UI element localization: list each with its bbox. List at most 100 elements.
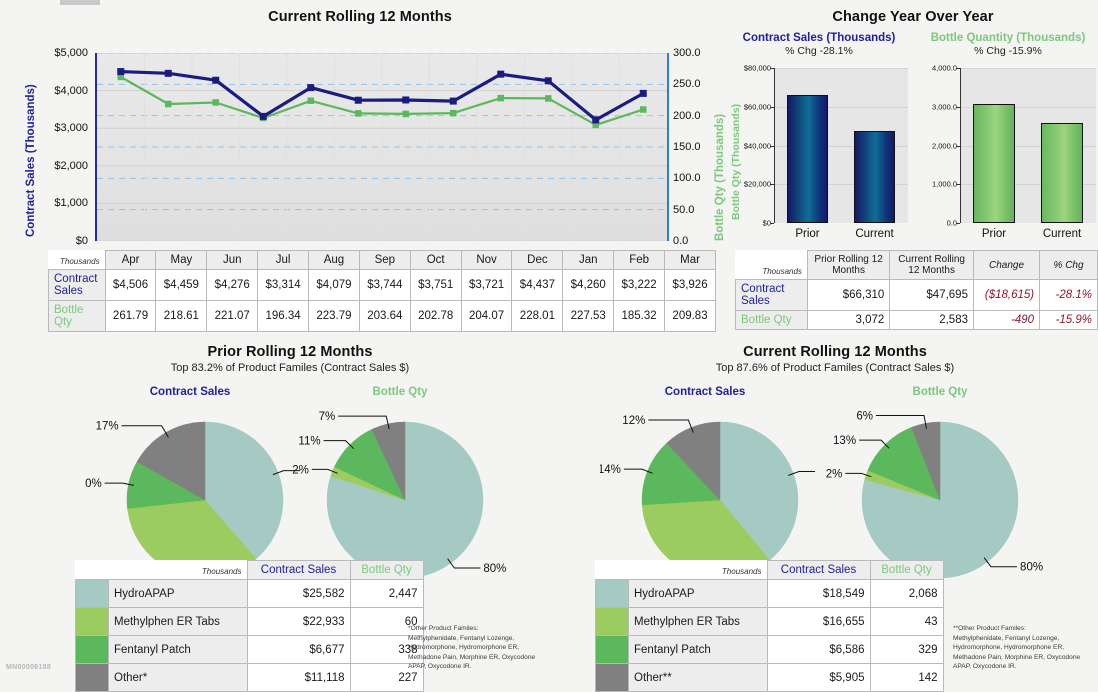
yoy-sales-subtitle: % Chg -28.1%: [728, 45, 910, 57]
table-cell: 221.07: [207, 301, 258, 332]
summary-column-header: Prior Rolling 12 Months: [807, 251, 889, 280]
prior-footnote: *Other Product Familes: Methylphenidate,…: [408, 624, 548, 672]
line-chart-svg: [97, 53, 667, 241]
table-cell: $66,310: [807, 280, 889, 311]
bar-axis-tickmark: [770, 223, 774, 224]
yoy-sales-plot: [774, 68, 908, 223]
legend-qty-value: 329: [870, 636, 943, 664]
month-column-header: Sep: [359, 251, 410, 270]
current-qty-pie-heading: Bottle Qty: [850, 386, 1030, 398]
bar: [1041, 123, 1083, 223]
table-cell: 209.83: [665, 301, 716, 332]
pie-slice-label: 6%: [856, 410, 873, 422]
table-cell: -490: [973, 311, 1039, 330]
pie-slice-label: 7%: [319, 411, 336, 423]
rolling-12-months-line-chart: Current Rolling 12 Months Contract Sales…: [0, 4, 720, 250]
bar-category-label: Prior: [774, 228, 841, 240]
table-cell: 185.32: [614, 301, 665, 332]
summary-table: ThousandsPrior Rolling 12 MonthsCurrent …: [735, 250, 1098, 330]
legend-color-swatch: [76, 580, 109, 608]
pie-slice-label: 11%: [298, 436, 320, 448]
month-column-header: May: [156, 251, 207, 270]
bar-category-label: Current: [841, 228, 908, 240]
change-year-over-year-panel: Change Year Over Year Contract Sales (Th…: [728, 4, 1098, 250]
legend-qty-value: 142: [870, 664, 943, 692]
yoy-contract-sales-chart: Contract Sales (Thousands) % Chg -28.1% …: [728, 32, 910, 242]
table-corner-label: Thousands: [49, 251, 106, 270]
table-cell: 2,583: [890, 311, 974, 330]
table-cell: 204.07: [461, 301, 512, 332]
table-cell: 228.01: [512, 301, 563, 332]
pie-slice-label: 14%: [600, 464, 621, 476]
month-column-header: Jan: [563, 251, 614, 270]
table-cell: $3,222: [614, 270, 665, 301]
yoy-qty-plot: [960, 68, 1096, 223]
month-column-header: Aug: [309, 251, 360, 270]
prior-qty-pie-heading: Bottle Qty: [310, 386, 490, 398]
legend-corner-label: Thousands: [109, 561, 248, 580]
table-cell: 261.79: [105, 301, 156, 332]
left-axis-ticks: $0$1,000$2,000$3,000$4,000$5,000: [28, 53, 88, 241]
legend-row: Methylphen ER Tabs$22,93360: [76, 608, 424, 636]
legend-color-swatch: [596, 636, 629, 664]
legend-sales-value: $11,118: [247, 664, 350, 692]
legend-sales-value: $25,582: [247, 580, 350, 608]
right-axis-tick: 0.0: [673, 235, 688, 247]
legend-sales-value: $18,549: [767, 580, 870, 608]
left-axis-tick: $4,000: [54, 85, 88, 97]
bar-axis-tick: 2,000.0: [932, 141, 957, 150]
table-cell: $3,751: [410, 270, 461, 301]
right-axis-tick: 100.0: [673, 172, 701, 184]
legend-item-name: Methylphen ER Tabs: [109, 608, 248, 636]
table-cell: $4,260: [563, 270, 614, 301]
month-column-header: Feb: [614, 251, 665, 270]
left-axis-tick: $3,000: [54, 122, 88, 134]
table-cell: $3,926: [665, 270, 716, 301]
prior-legend-table: ThousandsContract SalesBottle QtyHydroAP…: [75, 560, 424, 692]
row-label: Contract Sales: [736, 280, 808, 311]
bar-category-label: Current: [1028, 228, 1096, 240]
yoy-sales-side-label: Bottle Qty (Thousands): [720, 60, 736, 220]
row-label: Bottle Qty: [49, 301, 106, 332]
bar-axis-line: [960, 68, 961, 223]
month-column-header: Mar: [665, 251, 716, 270]
table-cell: -15.9%: [1040, 311, 1098, 330]
right-axis-tick: 50.0: [673, 204, 694, 216]
summary-column-header: % Chg: [1040, 251, 1098, 280]
row-label: Contract Sales: [49, 270, 106, 301]
legend-row: Methylphen ER Tabs$16,65543: [596, 608, 944, 636]
pie-slice-label: 2%: [292, 464, 309, 476]
summary-corner-label: Thousands: [736, 251, 808, 280]
legend-item-name: Other**: [629, 664, 768, 692]
legend-color-swatch: [76, 664, 109, 692]
dashboard-page: Current Rolling 12 Months Contract Sales…: [0, 0, 1098, 683]
yoy-qty-title: Bottle Quantity (Thousands): [918, 32, 1098, 44]
legend-color-swatch: [596, 608, 629, 636]
yoy-qty-subtitle: % Chg -15.9%: [918, 45, 1098, 57]
legend-sales-value: $22,933: [247, 608, 350, 636]
bar-axis-tick: $20,000: [744, 180, 771, 189]
legend-item-name: HydroAPAP: [109, 580, 248, 608]
current-rolling-12-months-section: Current Rolling 12 Months Top 87.6% of P…: [575, 344, 1095, 683]
legend-sales-value: $5,905: [767, 664, 870, 692]
legend-row: HydroAPAP$18,5492,068: [596, 580, 944, 608]
summary-header-row: ThousandsPrior Rolling 12 MonthsCurrent …: [736, 251, 1098, 280]
table-cell: $4,437: [512, 270, 563, 301]
table-cell: 3,072: [807, 311, 889, 330]
month-column-header: Jul: [258, 251, 309, 270]
pie-slice-label: 17%: [96, 421, 119, 433]
line-chart-left-axis-label: Contract Sales (Thousands): [11, 53, 29, 241]
legend-table: ThousandsContract SalesBottle QtyHydroAP…: [595, 560, 944, 692]
table-cell: $4,276: [207, 270, 258, 301]
bar-axis-tick: 4,000.0: [932, 64, 957, 73]
table-cell: $4,459: [156, 270, 207, 301]
summary-column-header: Current Rolling 12 Months: [890, 251, 974, 280]
bar-axis-tick: 1,000.0: [932, 180, 957, 189]
legend-color-swatch: [76, 636, 109, 664]
monthly-table: ThousandsAprMayJunJulAugSepOctNovDecJanF…: [48, 250, 716, 332]
month-column-header: Apr: [105, 251, 156, 270]
right-axis-tick: 200.0: [673, 110, 701, 122]
monthly-values-table: ThousandsAprMayJunJulAugSepOctNovDecJanF…: [48, 250, 716, 332]
legend-corner-label: Thousands: [629, 561, 768, 580]
current-section-subtitle: Top 87.6% of Product Familes (Contract S…: [575, 362, 1095, 374]
